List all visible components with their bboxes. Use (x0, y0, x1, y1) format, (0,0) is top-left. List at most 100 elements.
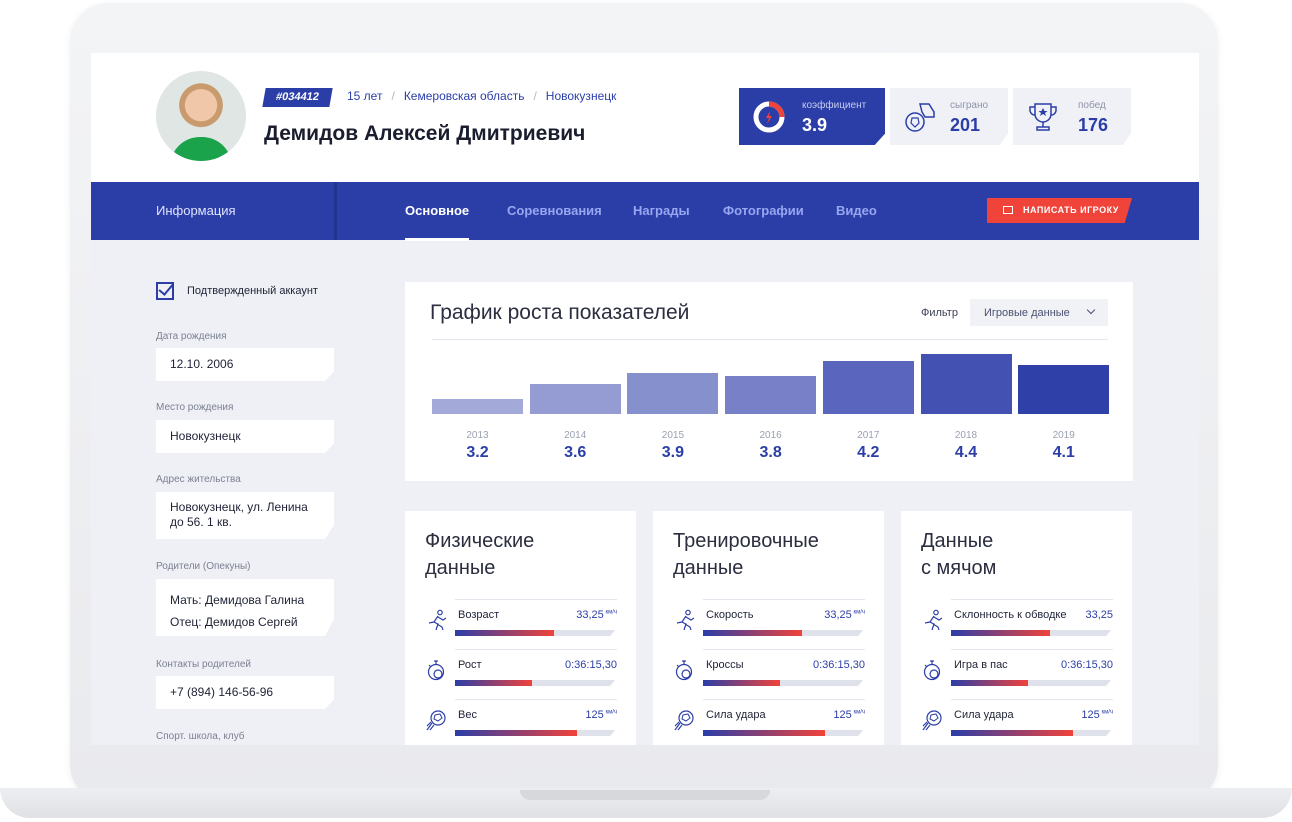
birth-place-label: Место рождения (156, 402, 234, 413)
parents-field: Мать: Демидова Галина Отец: Демидов Серг… (156, 579, 334, 636)
mother-name: Демидова Галина (204, 593, 305, 607)
ball-boot-icon (905, 103, 935, 132)
metric-label: Кроссы (706, 659, 744, 671)
metric-row: Вес 125 км/ч (425, 699, 617, 745)
father-prefix: Отец: (170, 615, 202, 629)
chart-bar (1018, 365, 1110, 414)
metric-value: 0:36:15,30 (565, 659, 617, 671)
growth-chart-card: График роста показателей Фильтр Игровые … (405, 282, 1133, 481)
metric-panel: Данные с мячом Склонность к обводке 33,25 Иг… (901, 511, 1132, 745)
chart-tick-label: 2013 (466, 430, 489, 441)
metric-progress-track (455, 680, 615, 686)
row-divider (951, 699, 1113, 700)
metric-row: Игра в пас 0:36:15,30 (921, 649, 1113, 695)
filter-select-value: Игровые данные (984, 307, 1070, 319)
row-divider (703, 649, 865, 650)
chart-tick-label: 2018 (954, 430, 978, 441)
ball-kick-icon (674, 710, 694, 731)
stat-label: побед (1078, 100, 1106, 111)
panel-title-line: данные (425, 557, 496, 579)
stopwatch-icon (923, 660, 941, 681)
birth-date-label: Дата рождения (156, 331, 227, 342)
metric-progress-track (703, 630, 863, 636)
message-button-label: НАПИСАТЬ ИГРОКУ (1023, 205, 1119, 215)
contacts-field: +7 (894) 146-56-96 (156, 676, 334, 709)
metric-label: Рост (458, 659, 482, 671)
metric-progress-track (455, 630, 615, 636)
filter-label: Фильтр (921, 307, 958, 319)
chart-tick-label: 2014 (564, 430, 587, 441)
metric-progress-track (703, 680, 863, 686)
chart-bar (529, 383, 621, 414)
nav-bar: Информация Основное Соревнования Награды… (91, 182, 1199, 241)
metric-label: Вес (458, 709, 477, 721)
chevron-down-icon (1086, 305, 1096, 315)
chart-value-label: 4.4 (954, 444, 978, 461)
stat-value: 201 (950, 115, 981, 135)
metric-value: 125 км/ч (1081, 709, 1113, 721)
runner-icon (676, 609, 695, 631)
stopwatch-icon (427, 660, 445, 681)
metric-row: Рост 0:36:15,30 (425, 649, 617, 695)
row-divider (951, 599, 1113, 600)
metric-progress-fill (455, 680, 532, 686)
metric-value-number: 33,25 (1085, 609, 1113, 621)
metric-value: 125 км/ч (833, 709, 865, 721)
tab-main[interactable]: Основное (405, 203, 470, 241)
breadcrumb-age[interactable]: 15 лет (347, 89, 382, 103)
row-divider (455, 649, 617, 650)
runner-icon (924, 609, 943, 631)
metric-value: 33,25 км/ч (576, 609, 617, 621)
breadcrumb-region[interactable]: Кемеровская область (404, 89, 525, 103)
panel-title-line: Физические (425, 530, 535, 552)
metric-progress-track (951, 730, 1111, 736)
chart-value-label: 3.8 (759, 444, 782, 461)
envelope-icon (1003, 206, 1013, 214)
mother-prefix: Мать: (170, 593, 202, 607)
metric-progress-track (703, 730, 863, 736)
metric-row: Кроссы 0:36:15,30 (673, 649, 865, 695)
metric-progress-fill (951, 730, 1073, 736)
tab-competitions[interactable]: Соревнования (507, 203, 602, 218)
filter-select[interactable]: Игровые данные (970, 299, 1108, 326)
runner-icon (428, 609, 447, 631)
metric-value-number: 125 (585, 709, 604, 721)
metric-label: Возраст (458, 609, 500, 621)
address-field: Новокузнецк, ул. Ленина до 56. 1 кв. (156, 492, 334, 539)
chart-bar (432, 398, 523, 414)
row-divider (703, 699, 865, 700)
chart-tick-label: 2015 (661, 430, 685, 441)
metric-progress-fill (703, 680, 780, 686)
metric-value-number: 0:36:15,30 (565, 659, 617, 671)
metric-label: Склонность к обводке (954, 609, 1067, 621)
profile-header: #034412 15 лет / Кемеровская область / Новок… (91, 53, 1199, 182)
breadcrumb-city[interactable]: Новокузнецк (546, 89, 617, 103)
chart-value-label: 3.9 (661, 444, 685, 461)
trophy-icon (1029, 103, 1057, 131)
metric-unit: км/ч (603, 609, 617, 616)
nav-info-label[interactable]: Информация (156, 203, 236, 218)
stat-played: сыграно 201 (890, 88, 1008, 145)
metric-panel: Тренировочные данные Скорость 33,25 км/ч Кро… (653, 511, 884, 745)
metric-row: Сила удара 125 км/ч (673, 699, 865, 745)
metric-value: 0:36:15,30 (813, 659, 865, 671)
tab-video[interactable]: Видео (836, 203, 877, 218)
metric-value: 125 км/ч (585, 709, 617, 721)
metric-progress-fill (455, 630, 555, 636)
tab-awards[interactable]: Награды (633, 203, 690, 218)
stat-label: коэффициент (802, 100, 867, 111)
metric-progress-fill (951, 630, 1051, 636)
panel-title: Данные с мячом (921, 528, 1121, 582)
app-screen: #034412 15 лет / Кемеровская область / Новок… (91, 53, 1199, 745)
chart-tick-label: 2016 (759, 430, 782, 441)
address-label: Адрес жительства (156, 474, 241, 485)
message-player-button[interactable]: НАПИСАТЬ ИГРОКУ (987, 198, 1132, 223)
tab-photos[interactable]: Фотографии (723, 203, 804, 218)
metric-row: Сила удара 125 км/ч (921, 699, 1113, 745)
metric-progress-fill (703, 730, 825, 736)
metric-unit: км/ч (1099, 709, 1113, 716)
stat-value: 3.9 (802, 115, 828, 135)
parents-label: Родители (Опекуны) (156, 561, 251, 572)
chart-value-label: 3.6 (564, 444, 587, 461)
metric-label: Сила удара (706, 709, 766, 721)
